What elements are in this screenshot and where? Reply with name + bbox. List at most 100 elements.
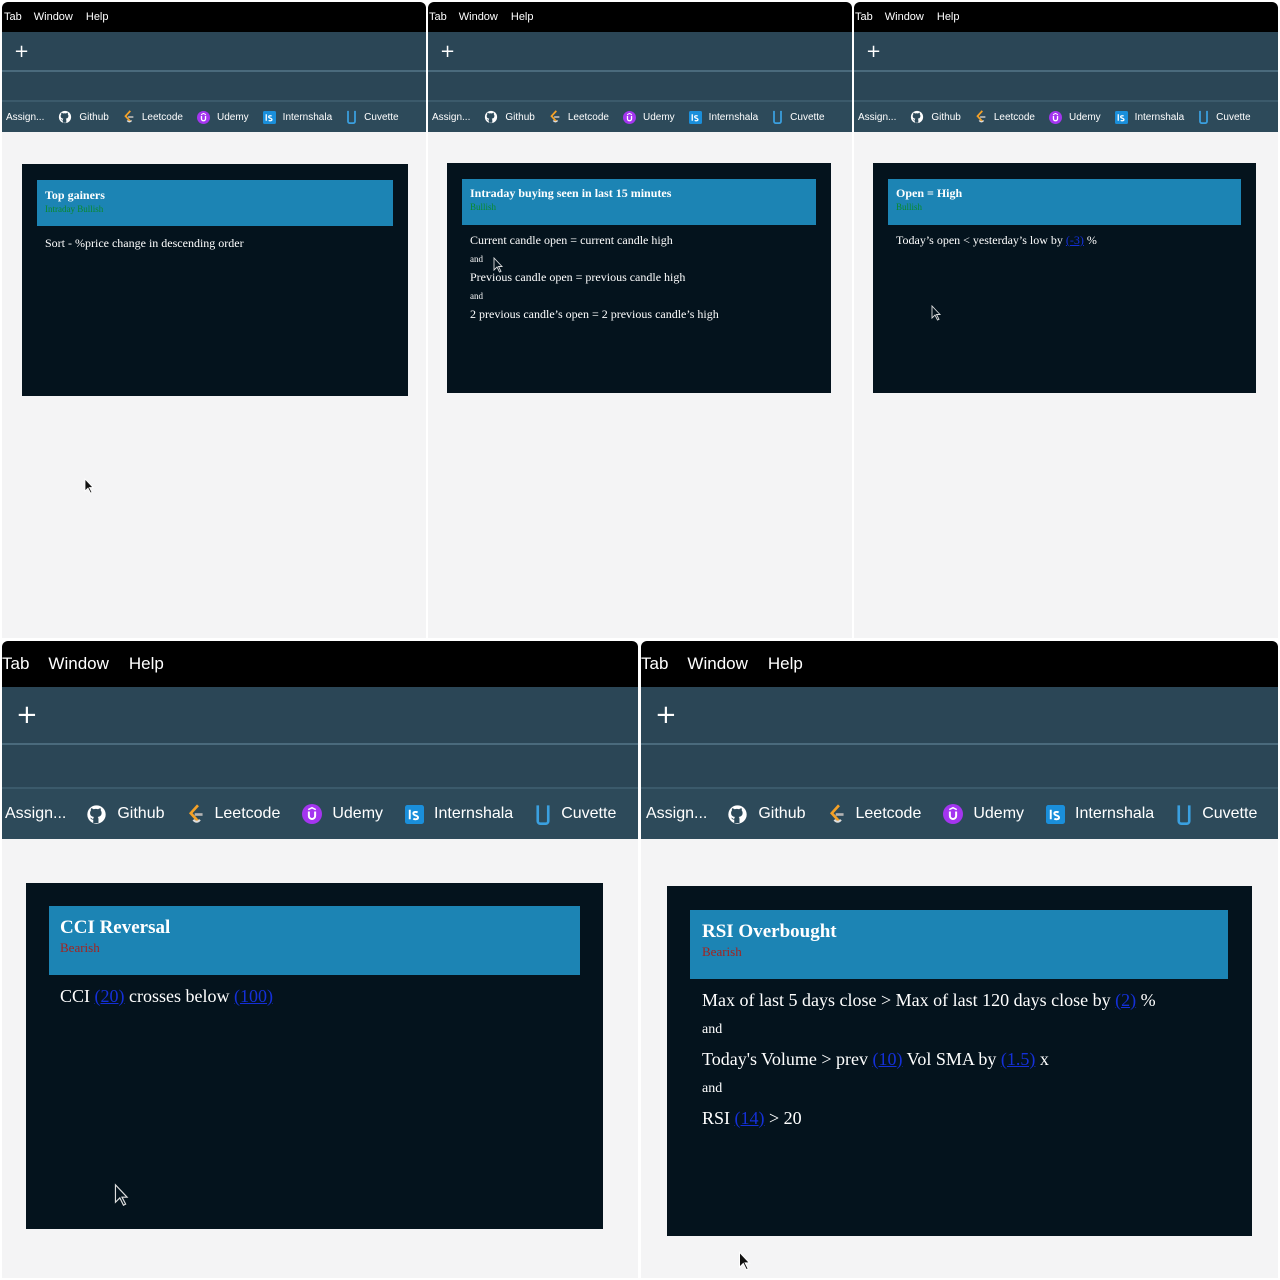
tab-bar: + (428, 32, 852, 72)
github-icon (58, 110, 72, 124)
menu-bar: Tab Window Help (641, 641, 1278, 687)
card-header[interactable]: Top gainers Intraday Bullish (37, 180, 393, 226)
bookmark-assign[interactable]: Assign... (646, 805, 707, 823)
rule-text: Sort - %price change in descending order (45, 236, 244, 250)
card-header[interactable]: Intraday buying seen in last 15 minutes … (462, 179, 816, 225)
menu-bar: Tab Window Help (2, 2, 426, 32)
bookmark-label: Assign... (432, 111, 471, 123)
card-title: Intraday buying seen in last 15 minutes (470, 186, 672, 200)
bookmark-cuvette[interactable]: Cuvette (346, 110, 399, 124)
card-header[interactable]: CCI Reversal Bearish (49, 906, 580, 975)
bookmark-leetcode[interactable]: Leetcode (187, 803, 280, 825)
bookmark-internshala[interactable]: Internshala (1046, 804, 1154, 824)
new-tab-button[interactable]: + (655, 700, 677, 730)
bookmark-github[interactable]: Github (58, 110, 109, 124)
bookmark-assign[interactable]: Assign... (432, 112, 470, 123)
param-link[interactable]: (100) (234, 986, 273, 1006)
bookmark-label: Leetcode (855, 805, 922, 822)
bookmarks-bar: Assign... Github Leetcode Udemy Internsh… (641, 789, 1278, 839)
bookmark-udemy[interactable]: Udemy (196, 110, 249, 124)
scanner-card: Intraday buying seen in last 15 minutes … (447, 163, 831, 393)
new-tab-button[interactable]: + (14, 41, 29, 62)
bookmark-udemy[interactable]: Udemy (943, 804, 1024, 824)
param-link[interactable]: (-3) (1066, 233, 1084, 247)
bookmark-udemy[interactable]: Udemy (1048, 110, 1101, 124)
bookmark-label: Udemy (216, 111, 249, 123)
screenshot-panel-top-gainers: Tab Window Help + Assign... Github Leetc… (2, 2, 426, 638)
menu-window[interactable]: Window (687, 654, 747, 674)
bookmark-cuvette[interactable]: Cuvette (1176, 804, 1257, 825)
menu-tab[interactable]: Tab (4, 11, 22, 23)
tab-bar: + (854, 32, 1278, 72)
udemy-icon (1048, 110, 1062, 124)
card-header[interactable]: Open = High Bullish (888, 179, 1241, 225)
bookmark-udemy[interactable]: Udemy (622, 110, 675, 124)
internshala-icon (688, 110, 702, 124)
bookmark-internshala[interactable]: Internshala (1114, 110, 1184, 124)
menu-help[interactable]: Help (86, 11, 109, 23)
address-bar[interactable] (2, 72, 426, 102)
bookmark-github[interactable]: Github (727, 804, 806, 825)
rule-text: % (1140, 990, 1156, 1010)
bookmark-leetcode[interactable]: Leetcode (123, 110, 183, 124)
address-bar[interactable] (428, 72, 852, 102)
mouse-pointer-icon (84, 478, 94, 494)
address-bar[interactable] (641, 745, 1278, 789)
udemy-icon (302, 804, 323, 824)
bookmark-udemy[interactable]: Udemy (302, 804, 383, 824)
menu-tab[interactable]: Tab (641, 654, 668, 674)
bookmarks-bar: Assign... Github Leetcode Udemy Internsh… (428, 102, 852, 132)
bookmark-leetcode[interactable]: Leetcode (975, 110, 1035, 124)
menu-tab[interactable]: Tab (855, 11, 873, 23)
bookmark-cuvette[interactable]: Cuvette (772, 110, 825, 124)
rule-line: CCI (20) crosses below (100) (60, 986, 273, 1007)
bookmark-github[interactable]: Github (86, 804, 165, 825)
new-tab-button[interactable]: + (16, 700, 38, 730)
menu-help[interactable]: Help (768, 654, 803, 674)
param-link[interactable]: (1.5) (1001, 1049, 1036, 1069)
address-bar[interactable] (854, 72, 1278, 102)
bookmark-assign[interactable]: Assign... (5, 805, 66, 823)
bookmark-leetcode[interactable]: Leetcode (828, 803, 922, 825)
bookmark-internshala[interactable]: Internshala (405, 804, 513, 824)
menu-window[interactable]: Window (34, 11, 73, 23)
page-content: Top gainers Intraday Bullish Sort - %pri… (2, 134, 426, 638)
menu-help[interactable]: Help (511, 11, 534, 23)
new-tab-button[interactable]: + (440, 41, 455, 62)
bookmark-github[interactable]: Github (910, 110, 961, 124)
leetcode-icon (123, 110, 135, 124)
bookmark-label: Udemy (1068, 111, 1101, 123)
card-header[interactable]: RSI Overbought Bearish (690, 910, 1228, 979)
menu-help[interactable]: Help (937, 11, 960, 23)
bookmark-label: Github (117, 805, 165, 822)
menu-tab[interactable]: Tab (429, 11, 447, 23)
bookmark-label: Cuvette (1216, 111, 1251, 123)
bookmark-internshala[interactable]: Internshala (688, 110, 758, 124)
address-bar[interactable] (2, 745, 638, 789)
menu-help[interactable]: Help (129, 654, 164, 674)
bookmark-github[interactable]: Github (484, 110, 535, 124)
leetcode-icon (549, 110, 561, 124)
bookmark-cuvette[interactable]: Cuvette (535, 804, 616, 825)
bookmark-label: Udemy (332, 805, 384, 822)
mouse-pointer-icon (931, 305, 942, 321)
bookmark-internshala[interactable]: Internshala (262, 110, 332, 124)
bookmark-assign[interactable]: Assign... (6, 112, 44, 123)
param-link[interactable]: (20) (95, 986, 125, 1006)
card-tag: Bearish (702, 944, 742, 959)
param-link[interactable]: (2) (1115, 990, 1136, 1010)
menu-window[interactable]: Window (459, 11, 498, 23)
bookmark-assign[interactable]: Assign... (858, 112, 896, 123)
menu-bar: Tab Window Help (2, 641, 638, 687)
rule-text: RSI (702, 1108, 731, 1128)
menu-window[interactable]: Window (48, 654, 108, 674)
new-tab-button[interactable]: + (866, 41, 881, 62)
param-link[interactable]: (10) (872, 1049, 902, 1069)
rule-text: x (1039, 1049, 1049, 1069)
param-link[interactable]: (14) (735, 1108, 765, 1128)
bookmark-leetcode[interactable]: Leetcode (549, 110, 609, 124)
menu-window[interactable]: Window (885, 11, 924, 23)
bookmark-cuvette[interactable]: Cuvette (1198, 110, 1251, 124)
menu-bar: Tab Window Help (854, 2, 1278, 32)
menu-tab[interactable]: Tab (2, 654, 29, 674)
